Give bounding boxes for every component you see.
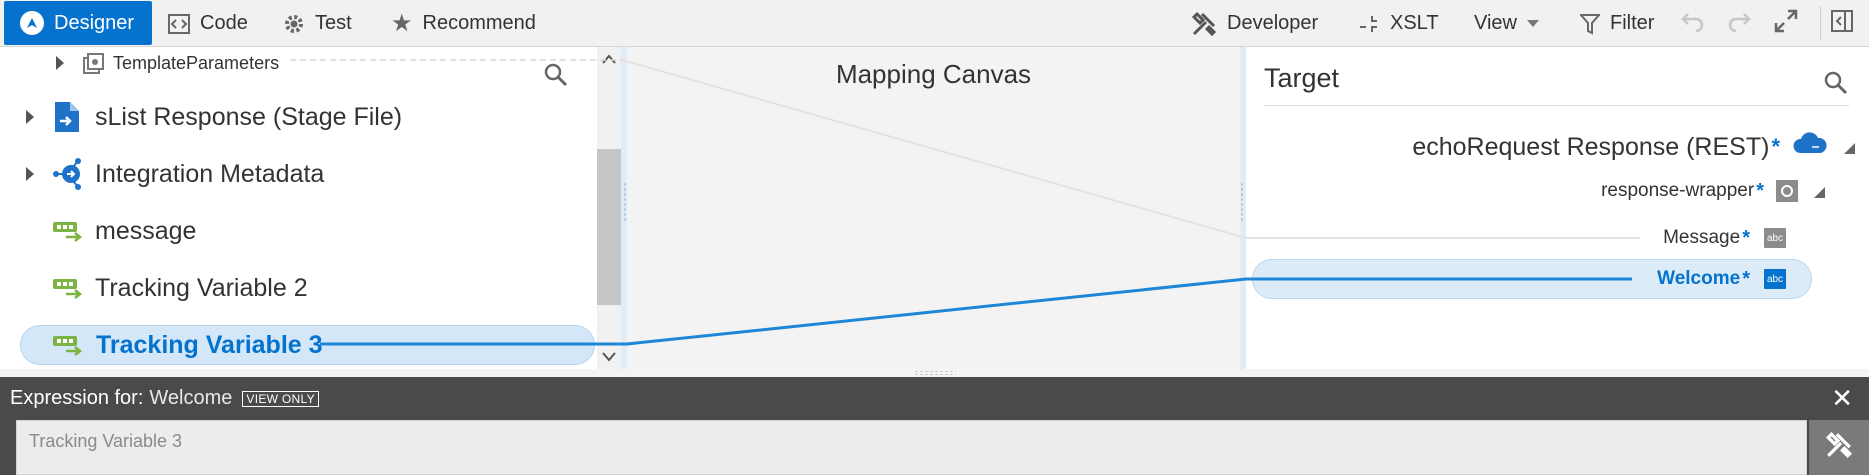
required-mark: * — [1771, 134, 1780, 159]
mapper-toolbar: Designer Code Test ★ Recommend Developer… — [0, 0, 1869, 47]
view-only-badge: VIEW ONLY — [242, 390, 319, 407]
tree-item-label: TemplateParameters — [113, 52, 280, 73]
xslt-icon — [1358, 13, 1380, 35]
undo-icon — [1681, 10, 1705, 38]
source-search-icon[interactable] — [544, 63, 568, 92]
filter-button[interactable]: Filter — [1580, 0, 1654, 47]
panel-collapse-icon — [1830, 9, 1854, 39]
complex-type-icon — [1776, 180, 1798, 202]
tree-item-message-field[interactable]: Message * abc — [1346, 221, 1869, 255]
required-mark: * — [1742, 267, 1750, 290]
tree-item-label: echoRequest Response (REST) — [1412, 132, 1770, 161]
metadata-icon — [52, 157, 86, 196]
splitter-grip[interactable] — [914, 370, 956, 376]
code-tab[interactable]: Code — [168, 0, 248, 47]
required-mark: * — [1742, 226, 1750, 249]
target-divider — [1264, 105, 1849, 106]
expression-prefix: Expression for: — [10, 387, 144, 409]
canvas-title: Mapping Canvas — [835, 59, 1032, 89]
tree-item-label: Welcome — [1657, 268, 1741, 289]
undo-button[interactable] — [1681, 0, 1705, 47]
gear-icon — [283, 13, 305, 35]
developer-label: Developer — [1227, 12, 1319, 34]
code-label: Code — [200, 12, 248, 34]
filter-icon — [1580, 13, 1600, 35]
chevron-down-icon — [1527, 20, 1539, 27]
resize-grip-right[interactable] — [1240, 182, 1244, 222]
recommend-label: Recommend — [422, 12, 536, 34]
source-scrollbar[interactable] — [597, 47, 621, 369]
tree-item-label: Integration Metadata — [95, 159, 325, 188]
tree-item-label: Tracking Variable 2 — [95, 273, 308, 302]
tree-item-label: message — [95, 216, 197, 245]
test-tab[interactable]: Test — [283, 0, 352, 47]
expression-editor: Tracking Variable 3 — [0, 420, 1869, 475]
expression-input[interactable]: Tracking Variable 3 — [16, 420, 1807, 475]
variable-icon — [52, 276, 84, 305]
developer-button[interactable]: Developer — [1191, 0, 1318, 47]
target-tree: Target echoRequest Response (REST) * res… — [1246, 47, 1869, 369]
rest-cloud-icon — [1792, 131, 1828, 164]
tree-item-label: sList Response (Stage File) — [95, 102, 403, 131]
test-label: Test — [315, 12, 352, 34]
view-label: View — [1474, 12, 1517, 34]
string-type-icon: abc — [1764, 269, 1786, 289]
parameters-icon — [82, 53, 104, 80]
required-mark: * — [1756, 179, 1764, 202]
tree-item-label: response-wrapper — [1601, 180, 1755, 201]
toolbar-divider — [1820, 6, 1821, 40]
tools-icon — [1191, 11, 1217, 37]
expand-icon — [1774, 9, 1798, 39]
expression-header: Expression for: Welcome VIEW ONLY ✕ — [0, 377, 1869, 420]
variable-icon — [52, 333, 84, 362]
xslt-label: XSLT — [1390, 12, 1439, 34]
designer-icon — [20, 11, 44, 35]
string-type-icon: abc — [1764, 228, 1786, 248]
close-icon[interactable]: ✕ — [1831, 385, 1853, 411]
star-icon: ★ — [391, 10, 413, 37]
redo-icon — [1727, 10, 1751, 38]
filter-label: Filter — [1610, 12, 1655, 34]
tree-item-label: Tracking Variable 3 — [96, 330, 323, 359]
toggle-panel-button[interactable] — [1830, 0, 1854, 47]
code-icon — [168, 13, 190, 34]
expression-target: Welcome — [149, 387, 233, 409]
designer-tab[interactable]: Designer — [4, 1, 153, 45]
collapse-triangle-icon[interactable] — [1844, 141, 1855, 159]
scrollbar-thumb[interactable] — [597, 149, 621, 305]
tree-item-echo-request-response[interactable]: echoRequest Response (REST) * — [1346, 127, 1869, 167]
tools-icon — [1825, 431, 1853, 464]
tree-item-label: Message — [1663, 227, 1741, 248]
expand-caret-icon[interactable] — [56, 56, 64, 70]
collapse-triangle-icon[interactable] — [1814, 185, 1825, 203]
panel-splitter[interactable] — [0, 369, 1869, 377]
variable-icon — [52, 219, 84, 248]
expand-caret-icon[interactable] — [26, 110, 34, 124]
target-search-icon[interactable] — [1824, 71, 1848, 100]
view-menu[interactable]: View — [1474, 0, 1539, 47]
target-title: Target — [1264, 63, 1340, 93]
resize-grip-left[interactable] — [623, 182, 627, 222]
xslt-button[interactable]: XSLT — [1358, 0, 1439, 47]
source-tree: TemplateParameters sList Response (Stage… — [0, 47, 627, 369]
scroll-up-icon[interactable] — [601, 51, 617, 67]
tree-item-welcome-field[interactable]: Welcome * abc — [1346, 262, 1869, 296]
scroll-down-icon[interactable] — [601, 349, 617, 365]
designer-label: Designer — [54, 11, 135, 34]
expression-tools-button[interactable] — [1809, 420, 1869, 475]
redo-button[interactable] — [1727, 0, 1751, 47]
stage-file-icon — [54, 101, 80, 138]
tree-item-response-wrapper[interactable]: response-wrapper * — [1346, 174, 1869, 208]
mapping-canvas[interactable]: Mapping Canvas — [621, 47, 1246, 369]
recommend-tab[interactable]: ★ Recommend — [391, 0, 536, 47]
maximize-button[interactable] — [1774, 0, 1798, 47]
expand-caret-icon[interactable] — [26, 167, 34, 181]
